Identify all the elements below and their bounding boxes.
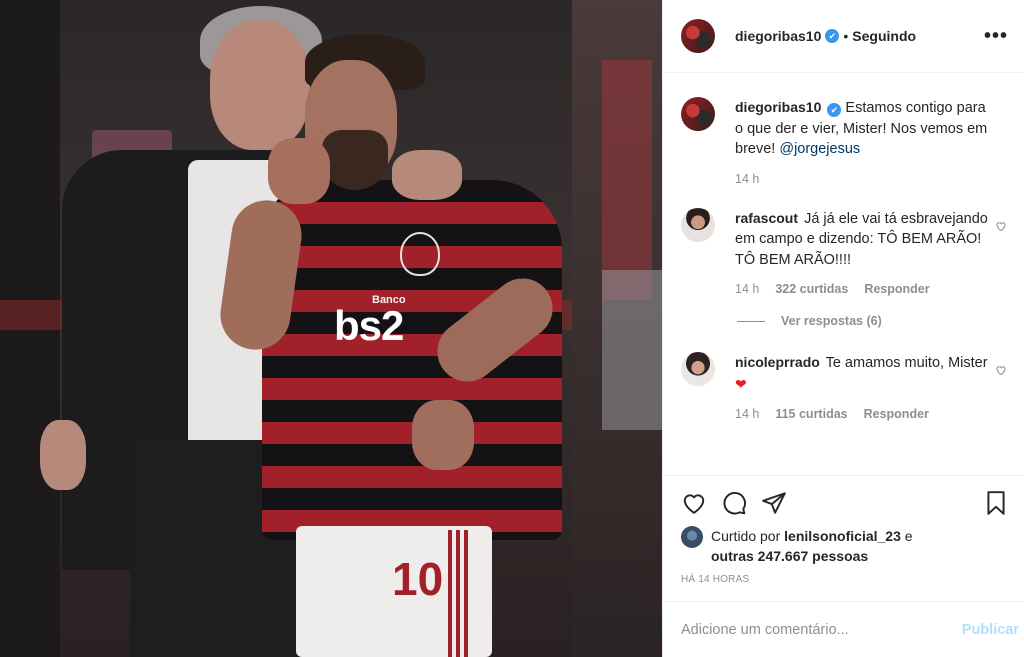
red-heart-emoji-icon: ❤ xyxy=(735,375,747,392)
shorts-number: 10 xyxy=(392,553,444,605)
coach-hand xyxy=(40,420,86,490)
liked-by-others[interactable]: outras 247.667 pessoas xyxy=(711,548,868,564)
liked-by: Curtido por lenilsonoficial_23 e outras … xyxy=(681,526,1009,566)
add-comment-bar: Adicione um comentário... Publicar xyxy=(663,601,1024,657)
following-button[interactable]: Seguindo xyxy=(852,28,916,44)
comment-item: rafascout Já já ele vai tá esbravejando … xyxy=(681,207,1009,297)
avatar[interactable] xyxy=(681,207,715,242)
avatar[interactable] xyxy=(681,526,703,548)
comment-text-block: nicoleprrado Te amamos muito, Mister ❤ xyxy=(735,352,993,395)
caption-body: diegoribas10 ✔ Estamos contigo para o que… xyxy=(735,97,1009,186)
action-bar xyxy=(681,476,1009,530)
comment-bubble-icon[interactable] xyxy=(721,490,747,516)
header-text: diegoribas10 ✔ • Seguindo xyxy=(735,28,984,44)
view-replies-button[interactable]: Ver respostas (6) xyxy=(737,314,1009,328)
liked-by-conjunction: e xyxy=(904,528,913,544)
player-fist xyxy=(268,138,330,204)
publish-button[interactable]: Publicar xyxy=(962,622,1019,638)
photo-background-right-red xyxy=(602,60,652,300)
avatar[interactable] xyxy=(681,97,715,131)
comment-body: nicoleprrado Te amamos muito, Mister ❤ 1… xyxy=(735,352,1009,421)
player-hand xyxy=(412,400,474,470)
club-crest xyxy=(400,232,440,276)
comment-username[interactable]: nicoleprrado xyxy=(735,354,820,370)
caption-time[interactable]: 14 h xyxy=(735,172,759,186)
comment-item: nicoleprrado Te amamos muito, Mister ❤ 1… xyxy=(681,352,1009,421)
more-options-icon[interactable]: ••• xyxy=(984,26,1008,46)
caption-meta: 14 h xyxy=(735,172,993,186)
comment-body: rafascout Já já ele vai tá esbravejando … xyxy=(735,208,1009,297)
post-side-panel: diegoribas10 ✔ • Seguindo ••• diegoribas… xyxy=(662,0,1024,657)
liked-by-text: Curtido por lenilsonoficial_23 e outras … xyxy=(711,526,913,566)
liked-by-prefix: Curtido por xyxy=(711,528,781,544)
coach-hand-on-shoulder xyxy=(392,150,462,200)
avatar[interactable] xyxy=(681,19,715,53)
comment-likes[interactable]: 322 curtidas xyxy=(775,282,848,296)
author-username[interactable]: diegoribas10 xyxy=(735,28,821,44)
shorts-stripe xyxy=(448,530,468,657)
liked-by-user[interactable]: lenilsonoficial_23 xyxy=(784,528,901,544)
like-heart-icon[interactable] xyxy=(681,490,707,516)
comment-username[interactable]: rafascout xyxy=(735,210,798,226)
comment-text-block: rafascout Já já ele vai tá esbravejando … xyxy=(735,208,993,271)
comment-time[interactable]: 14 h xyxy=(735,407,759,421)
caption-mention-link[interactable]: @jorgejesus xyxy=(779,141,860,157)
save-bookmark-icon[interactable] xyxy=(983,490,1009,516)
comment-meta: 14 h 322 curtidas Responder xyxy=(735,282,993,296)
like-comment-heart-icon[interactable] xyxy=(995,220,1007,232)
avatar[interactable] xyxy=(681,352,715,386)
comment-likes[interactable]: 115 curtidas xyxy=(775,407,847,421)
like-comment-heart-icon[interactable] xyxy=(995,364,1007,376)
post-photo[interactable]: Banco bs2 10 xyxy=(0,0,662,657)
post-actions-area: Curtido por lenilsonoficial_23 e outras … xyxy=(663,475,1024,601)
reply-button[interactable]: Responder xyxy=(864,282,929,296)
comment-time[interactable]: 14 h xyxy=(735,282,759,296)
jersey-sponsor: bs2 xyxy=(334,302,404,349)
reply-button[interactable]: Responder xyxy=(864,407,929,421)
view-replies-line xyxy=(737,320,765,322)
separator-dot: • xyxy=(843,28,849,44)
post-header: diegoribas10 ✔ • Seguindo ••• xyxy=(663,0,1024,73)
share-paper-plane-icon[interactable] xyxy=(761,490,787,516)
verified-badge-icon: ✔ xyxy=(827,103,842,117)
caption: diegoribas10 ✔ Estamos contigo para o que… xyxy=(681,97,1009,186)
caption-username[interactable]: diegoribas10 xyxy=(735,99,821,115)
add-comment-input[interactable]: Adicione um comentário... xyxy=(681,622,962,638)
view-replies-label: Ver respostas (6) xyxy=(781,314,882,328)
instagram-post: Banco bs2 10 diegoribas10 ✔ • Seguindo •… xyxy=(0,0,1024,657)
comment-meta: 14 h 115 curtidas Responder xyxy=(735,407,993,421)
comments-list[interactable]: diegoribas10 ✔ Estamos contigo para o que… xyxy=(663,73,1024,475)
photo-background-right-box xyxy=(602,270,662,430)
player-beard xyxy=(322,130,388,190)
coach-head xyxy=(210,20,310,150)
post-timestamp[interactable]: HÁ 14 HORAS xyxy=(681,574,1009,585)
caption-text-block: diegoribas10 ✔ Estamos contigo para o que… xyxy=(735,97,993,160)
comment-text: Te amamos muito, Mister xyxy=(825,355,988,371)
verified-badge-icon: ✔ xyxy=(825,29,840,43)
